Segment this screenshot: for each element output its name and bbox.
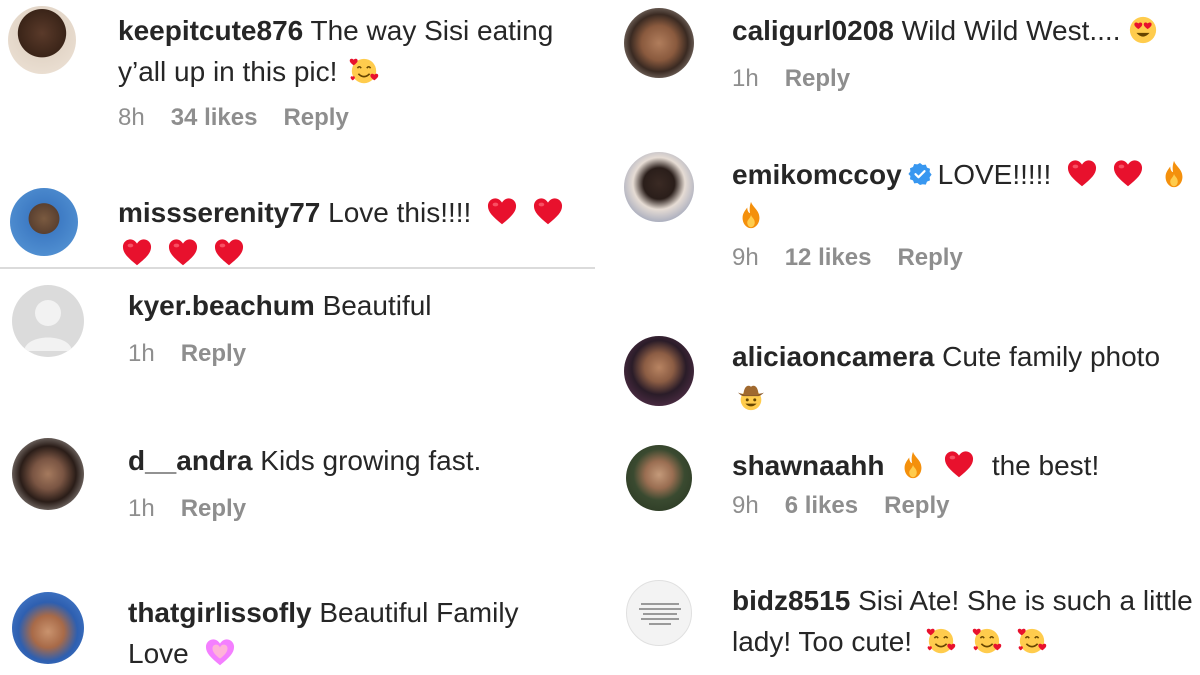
avatar[interactable] xyxy=(12,592,84,664)
username[interactable]: thatgirlissofly xyxy=(128,597,312,628)
verified-badge-icon xyxy=(908,162,932,185)
avatar[interactable] xyxy=(626,445,692,511)
likes-count[interactable]: 34 likes xyxy=(171,104,258,132)
avatar[interactable] xyxy=(626,580,692,646)
comment-text: the best! xyxy=(991,450,1100,481)
sparkling-heart-icon xyxy=(205,638,235,668)
red-heart-icon xyxy=(1113,159,1143,189)
reply-button[interactable]: Reply xyxy=(181,495,246,523)
left-comment-column: keepitcute876 The way Sisi eating y’all … xyxy=(0,0,595,675)
comment-meta: 1h Reply xyxy=(732,65,1194,93)
avatar[interactable] xyxy=(12,438,84,510)
avatar[interactable] xyxy=(624,152,694,222)
red-heart-icon xyxy=(944,450,974,480)
right-comment-column: caligurl0208 Wild Wild West.... 1h Reply… xyxy=(612,0,1200,675)
divider xyxy=(0,267,595,269)
comment-meta: 1h Reply xyxy=(128,340,589,368)
username[interactable]: missserenity77 xyxy=(118,197,320,228)
timestamp: 8h xyxy=(118,104,145,131)
fire-icon xyxy=(736,200,766,230)
avatar[interactable] xyxy=(624,336,694,406)
red-heart-icon xyxy=(168,238,198,268)
red-heart-icon xyxy=(1067,159,1097,189)
reply-button[interactable]: Reply xyxy=(785,65,850,93)
reply-button[interactable]: Reply xyxy=(884,492,949,520)
reply-button[interactable]: Reply xyxy=(283,104,348,132)
comment-meta: 9h 12 likes Reply xyxy=(732,244,1194,272)
comment-text: Cute family photo xyxy=(942,341,1161,372)
comment-text-cont: Love xyxy=(128,638,189,669)
timestamp: 9h xyxy=(732,492,759,519)
username[interactable]: emikomccoy xyxy=(732,159,902,190)
timestamp: 1h xyxy=(732,65,759,92)
red-heart-icon xyxy=(533,197,563,227)
username[interactable]: d__andra xyxy=(128,445,253,476)
likes-count[interactable]: 6 likes xyxy=(785,492,858,520)
comment-text: Beautiful xyxy=(322,290,432,321)
smiling-face-heart-eyes-icon xyxy=(1128,15,1158,45)
fire-icon xyxy=(898,450,928,480)
red-heart-icon xyxy=(122,238,152,268)
username[interactable]: bidz8515 xyxy=(732,585,850,616)
reply-button[interactable]: Reply xyxy=(897,244,962,272)
comment-text: LOVE!!!!! xyxy=(937,159,1052,190)
comment-text: Sisi Ate! She is such a little xyxy=(858,585,1193,616)
red-heart-icon xyxy=(214,238,244,268)
username[interactable]: aliciaoncamera xyxy=(732,341,934,372)
fire-icon xyxy=(1159,159,1189,189)
red-heart-icon xyxy=(487,197,517,227)
default-avatar-icon[interactable] xyxy=(12,285,84,357)
comment-meta: 9h 6 likes Reply xyxy=(732,492,1194,520)
comment-meta: 8h 34 likes Reply xyxy=(118,104,589,132)
username[interactable]: kyer.beachum xyxy=(128,290,315,321)
smiling-face-with-hearts-icon xyxy=(1017,626,1047,656)
comment-meta: 1h Reply xyxy=(128,495,589,523)
comment-text-cont: y’all up in this pic! xyxy=(118,56,338,87)
cowboy-face-icon xyxy=(736,382,766,412)
comment-text: The way Sisi eating xyxy=(310,15,554,46)
smiling-face-with-hearts-icon xyxy=(349,56,379,86)
comment-text: Kids growing fast. xyxy=(260,445,482,476)
smiling-face-with-hearts-icon xyxy=(972,626,1002,656)
avatar[interactable] xyxy=(8,6,76,74)
likes-count[interactable]: 12 likes xyxy=(785,244,872,272)
smiling-face-with-hearts-icon xyxy=(926,626,956,656)
timestamp: 1h xyxy=(128,340,155,367)
username[interactable]: caligurl0208 xyxy=(732,15,894,46)
username[interactable]: keepitcute876 xyxy=(118,15,303,46)
reply-button[interactable]: Reply xyxy=(181,340,246,368)
avatar[interactable] xyxy=(10,188,78,256)
comment-text: Wild Wild West.... xyxy=(901,15,1121,46)
avatar[interactable] xyxy=(624,8,694,78)
timestamp: 9h xyxy=(732,244,759,271)
username[interactable]: shawnaahh xyxy=(732,450,884,481)
comment-text: Love this!!!! xyxy=(328,197,472,228)
comment-text-cont: lady! Too cute! xyxy=(732,626,913,657)
comment-text: Beautiful Family xyxy=(319,597,519,628)
timestamp: 1h xyxy=(128,495,155,522)
